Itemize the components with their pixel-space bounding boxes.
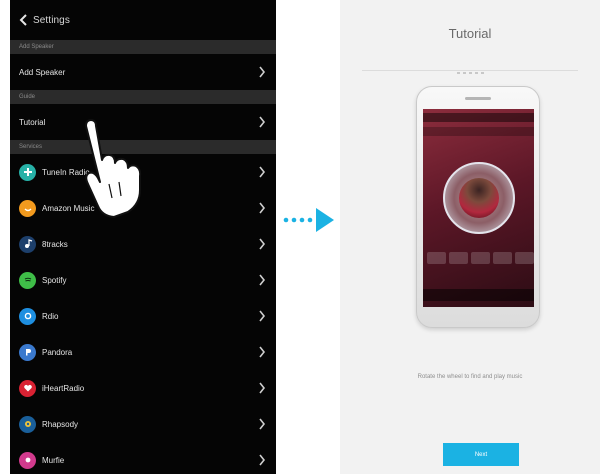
next-button[interactable]: Next: [443, 443, 519, 466]
chevron-right-icon: [258, 346, 266, 358]
service-item-rhapsody[interactable]: Rhapsody: [10, 406, 276, 442]
player-top-bar: [423, 113, 534, 122]
rhapsody-icon: [19, 415, 36, 433]
page-title: Tutorial: [448, 26, 492, 41]
player-control: [471, 252, 490, 264]
rotary-wheel: [443, 162, 515, 234]
rdio-icon: [19, 307, 36, 325]
chevron-right-icon: [258, 274, 266, 286]
phone-illustration: [416, 86, 540, 328]
settings-title: Settings: [33, 14, 70, 26]
8tracks-icon: [19, 235, 36, 253]
chevron-right-icon: [258, 238, 266, 250]
chevron-right-icon: [258, 66, 266, 78]
iheartradio-icon: [19, 379, 36, 397]
service-item-pandora[interactable]: Pandora: [10, 334, 276, 370]
service-label: iHeartRadio: [42, 383, 85, 393]
page-indicator: [340, 72, 600, 74]
service-label: Rhapsody: [42, 419, 79, 429]
pandora-icon: [19, 343, 36, 361]
settings-header: Settings: [10, 0, 276, 40]
chevron-right-icon: [258, 454, 266, 466]
chevron-right-icon: [258, 202, 266, 214]
service-label: Spotify: [42, 275, 67, 285]
tutorial-screen: Tutorial Rotate the wheel to find and pl…: [340, 0, 600, 474]
player-screen-image: [423, 109, 534, 307]
arrow-right-icon: [283, 208, 334, 232]
service-item-iheartradio[interactable]: iHeartRadio: [10, 370, 276, 406]
settings-screen: Settings Add Speaker Add Speaker Guide T…: [10, 0, 276, 474]
player-control: [449, 252, 468, 264]
album-art-image: [459, 178, 499, 218]
page-dot: [468, 72, 472, 74]
chevron-right-icon: [258, 310, 266, 322]
murfie-icon: [19, 451, 36, 469]
menu-item-label: Tutorial: [19, 117, 46, 127]
chevron-right-icon: [258, 382, 266, 394]
tutorial-description: Rotate the wheel to find and play music: [417, 374, 523, 380]
menu-item-label: Add Speaker: [19, 67, 66, 77]
chevron-right-icon: [258, 116, 266, 128]
player-control: [515, 252, 534, 264]
player-bottom-bar: [423, 289, 534, 301]
spotify-icon: [19, 271, 36, 289]
player-controls: [427, 252, 534, 264]
service-label: 8tracks: [42, 239, 68, 249]
phone-speaker: [465, 97, 491, 100]
chevron-left-icon: [19, 14, 27, 26]
service-label: Murfie: [42, 455, 65, 465]
section-header-add-speaker: Add Speaker: [10, 40, 276, 54]
amazon-music-icon: [19, 199, 36, 217]
chevron-right-icon: [258, 166, 266, 178]
tap-hand-icon: [85, 119, 142, 218]
service-item-rdio[interactable]: Rdio: [10, 298, 276, 334]
tutorial-illustration: Settings Add Speaker Add Speaker Guide T…: [0, 0, 600, 474]
service-item-spotify[interactable]: Spotify: [10, 262, 276, 298]
page-dot: [462, 72, 466, 74]
page-dot: [474, 72, 478, 74]
player-control: [493, 252, 512, 264]
tunein-icon: [19, 163, 36, 181]
service-label: Pandora: [42, 347, 73, 357]
chevron-right-icon: [258, 418, 266, 430]
service-item-murfie[interactable]: Murfie: [10, 442, 276, 474]
menu-item-add-speaker[interactable]: Add Speaker: [10, 54, 276, 90]
player-track-bar: [423, 127, 534, 136]
player-control: [427, 252, 446, 264]
section-header-guide: Guide: [10, 90, 276, 104]
back-button[interactable]: [16, 12, 30, 28]
service-label: Rdio: [42, 311, 59, 321]
divider: [362, 70, 578, 71]
page-dot: [456, 72, 460, 74]
page-dot: [480, 72, 484, 74]
service-item-8tracks[interactable]: 8tracks: [10, 226, 276, 262]
